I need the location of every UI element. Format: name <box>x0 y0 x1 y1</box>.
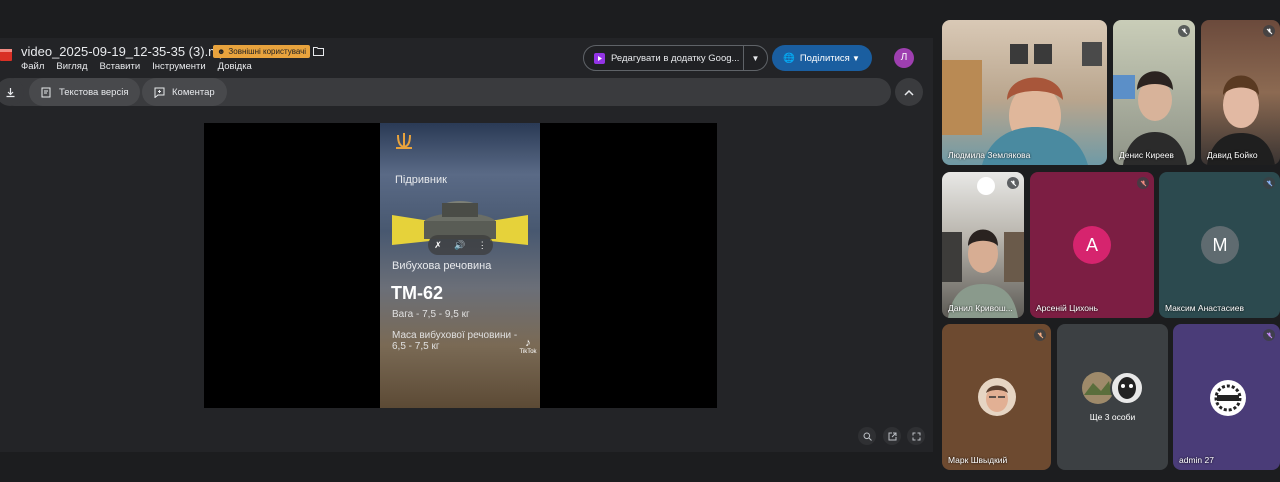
participant-tile[interactable]: Данил Кривош... <box>942 172 1024 318</box>
participant-name: Максим Анастасиев <box>1165 303 1245 313</box>
participant-name: admin 27 <box>1179 455 1214 465</box>
participant-avatar-stack <box>1082 371 1144 405</box>
participant-avatar: А <box>1073 226 1111 264</box>
menu-bar: Файл Вигляд Вставити Інструменти Довідка <box>21 61 252 72</box>
tiktok-watermark: ♪ TikTok <box>517 337 539 355</box>
participant-avatar: М <box>1201 226 1239 264</box>
external-users-badge[interactable]: ☻ Зовнішні користувачі <box>213 45 311 58</box>
participant-name: Людмила Землякова <box>948 150 1031 160</box>
participant-avatar <box>1210 380 1246 416</box>
video-controls: ✗ 🔊 ⋮ <box>428 235 493 255</box>
menu-view[interactable]: Вигляд <box>56 61 87 72</box>
open-in-new-icon <box>888 432 896 440</box>
menu-insert[interactable]: Вставити <box>100 61 141 72</box>
drive-viewer: video_2025-09-19_12-35-35 (3).mp4 ☻ Зовн… <box>0 38 933 452</box>
fullscreen-button[interactable] <box>907 427 925 445</box>
participant-video <box>1207 75 1275 165</box>
participant-tile[interactable]: Денис Киреев <box>1113 20 1195 165</box>
share-button[interactable]: 🌐 Поділитися ▼ <box>772 45 872 71</box>
share-dropdown-icon[interactable]: ▼ <box>852 54 860 63</box>
trident-logo <box>396 133 412 149</box>
users-icon: ☻ <box>217 47 226 56</box>
comment-button[interactable]: Коментар <box>142 78 227 106</box>
mic-off-icon <box>1007 177 1019 189</box>
video-editor-icon <box>594 52 605 64</box>
download-icon <box>6 87 14 97</box>
pin-off-icon[interactable]: ✗ <box>434 240 442 251</box>
file-title: video_2025-09-19_12-35-35 (3).mp4 <box>21 44 234 59</box>
mic-off-icon <box>1263 25 1275 37</box>
video-content: Підривник ✗ 🔊 ⋮ Вибухова речовина ТМ-62 … <box>380 123 540 408</box>
more-vert-icon[interactable]: ⋮ <box>478 240 487 251</box>
participant-tile[interactable]: admin 27 <box>1173 324 1280 470</box>
video-player[interactable]: Підривник ✗ 🔊 ⋮ Вибухова речовина ТМ-62 … <box>204 123 717 408</box>
folder-icon[interactable] <box>313 46 324 56</box>
account-avatar[interactable]: Л <box>894 48 914 68</box>
label-detonator: Підривник <box>395 174 447 186</box>
tiktok-icon: ♪ <box>525 337 531 349</box>
open-new-window-button[interactable] <box>883 427 901 445</box>
menu-help[interactable]: Довідка <box>218 61 252 72</box>
mic-off-icon <box>1263 177 1275 189</box>
edit-in-app-label: Редагувати в додатку Goog... <box>611 52 740 64</box>
share-label: Поділитися <box>799 52 850 64</box>
participant-tile[interactable]: Марк Швыдкий <box>942 324 1051 470</box>
participant-name: Данил Кривош... <box>948 303 1013 313</box>
participant-name: Марк Швыдкий <box>948 455 1008 465</box>
chevron-up-icon <box>904 89 914 96</box>
screen: video_2025-09-19_12-35-35 (3).mp4 ☻ Зовн… <box>0 0 1280 482</box>
mic-off-icon <box>1034 329 1046 341</box>
menu-tools[interactable]: Інструменти <box>152 61 206 72</box>
participant-video <box>1113 71 1187 165</box>
text-version-button[interactable]: Текстова версія <box>29 78 141 106</box>
participant-name: Денис Киреев <box>1119 150 1174 160</box>
mine-explosive-mass: Маса вибухової речовини - 6,5 - 7,5 кг <box>392 330 518 352</box>
edit-in-app-button[interactable]: Редагувати в додатку Goog... ▼ <box>583 45 768 71</box>
tiktok-label: TikTok <box>519 349 537 355</box>
participant-tile[interactable]: А Арсеній Цихонь <box>1030 172 1154 318</box>
more-participants-label: Ще 3 особи <box>1089 412 1136 422</box>
participant-avatar <box>978 378 1016 416</box>
edit-dropdown-icon[interactable]: ▼ <box>744 54 767 63</box>
mic-off-icon <box>1137 177 1149 189</box>
comment-label: Коментар <box>172 86 215 98</box>
globe-icon: 🌐 <box>783 52 795 64</box>
mine-weight: Вага - 7,5 - 9,5 кг <box>392 309 470 320</box>
zoom-icon <box>863 432 872 441</box>
mine-title: ТМ-62 <box>391 283 444 303</box>
text-version-label: Текстова версія <box>59 86 129 98</box>
comment-icon <box>154 87 165 98</box>
collapse-button[interactable] <box>895 78 923 106</box>
mic-off-icon <box>1178 25 1190 37</box>
volume-icon[interactable]: 🔊 <box>454 240 465 251</box>
more-participants-tile[interactable]: Ще 3 особи <box>1057 324 1168 470</box>
label-explosive: Вибухова речовина <box>392 260 492 272</box>
fullscreen-icon <box>912 432 920 440</box>
participant-video <box>942 177 1024 318</box>
participant-name: Давид Бойко <box>1207 150 1258 160</box>
participant-video <box>942 42 1102 165</box>
zoom-button[interactable] <box>858 427 876 445</box>
text-version-icon <box>41 87 51 97</box>
participant-tile[interactable]: М Максим Анастасиев <box>1159 172 1280 318</box>
external-users-label: Зовнішні користувачі <box>228 47 307 56</box>
mic-off-icon <box>1263 329 1275 341</box>
participant-name: Арсеній Цихонь <box>1036 303 1099 313</box>
video-file-icon <box>0 49 12 61</box>
participant-tile[interactable]: Людмила Землякова <box>942 20 1107 165</box>
participant-tile[interactable]: Давид Бойко <box>1201 20 1280 165</box>
menu-file[interactable]: Файл <box>21 61 44 72</box>
